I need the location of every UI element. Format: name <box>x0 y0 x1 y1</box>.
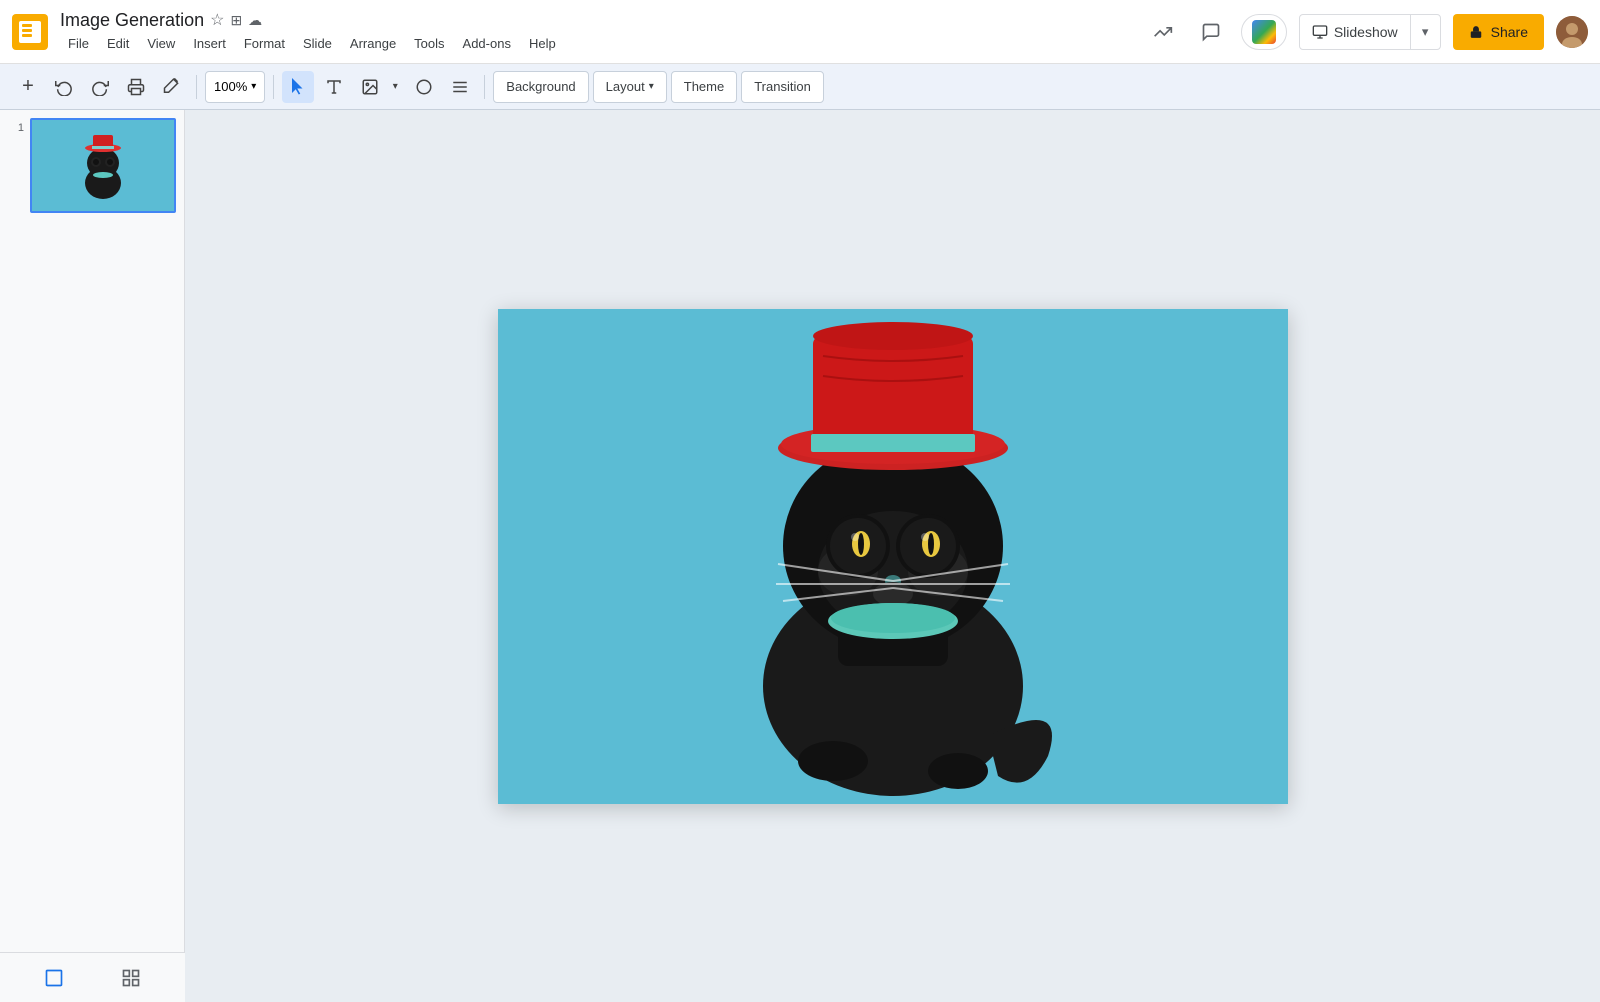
presentation-icon <box>1312 24 1328 40</box>
slideshow-label[interactable]: Slideshow <box>1300 15 1410 49</box>
zoom-control[interactable]: 100% ▾ <box>205 71 265 103</box>
cat-svg <box>648 316 1138 796</box>
layout-dropdown-icon: ▾ <box>649 81 654 92</box>
image-dropdown-button[interactable]: ▾ <box>386 71 404 103</box>
slideshow-button[interactable]: Slideshow ▾ <box>1299 14 1441 50</box>
app-logo[interactable] <box>12 14 48 50</box>
app-logo-inner <box>19 21 41 43</box>
share-label: Share <box>1491 24 1528 40</box>
menu-edit[interactable]: Edit <box>99 33 137 54</box>
print-button[interactable] <box>120 71 152 103</box>
user-avatar[interactable] <box>1556 16 1588 48</box>
layout-button[interactable]: Layout ▾ <box>593 71 667 103</box>
paint-format-button[interactable] <box>156 71 188 103</box>
zoom-label: 100% <box>214 79 247 94</box>
mini-cat-svg <box>73 131 133 201</box>
slide-1-number: 1 <box>8 118 24 134</box>
meet-icon <box>1252 20 1276 44</box>
cat-illustration[interactable] <box>498 309 1288 804</box>
menu-slide[interactable]: Slide <box>295 33 340 54</box>
main-area: 1 <box>0 110 1600 1002</box>
menu-insert[interactable]: Insert <box>185 33 234 54</box>
topbar-right: Slideshow ▾ Share <box>1145 14 1588 50</box>
menu-format[interactable]: Format <box>236 33 293 54</box>
shape-tool[interactable] <box>408 71 440 103</box>
slideshow-dropdown[interactable]: ▾ <box>1410 15 1440 49</box>
top-bar: Image Generation ☆ ⊞ ☁ File Edit View In… <box>0 0 1600 64</box>
cloud-icon: ☁ <box>248 12 262 29</box>
slide-1-thumbnail[interactable] <box>30 118 176 213</box>
layout-label: Layout <box>606 79 645 94</box>
add-slide-button[interactable]: + <box>12 71 44 103</box>
menu-arrange[interactable]: Arrange <box>342 33 404 54</box>
comments-button[interactable] <box>1193 14 1229 50</box>
doc-title-area: Image Generation ☆ ⊞ ☁ File Edit View In… <box>60 10 564 54</box>
image-tool-group: ▾ <box>354 71 404 103</box>
separator-2 <box>273 75 274 99</box>
lock-icon <box>1469 25 1483 39</box>
text-tool[interactable] <box>318 71 350 103</box>
separator-1 <box>196 75 197 99</box>
theme-label: Theme <box>684 79 724 94</box>
transition-label: Transition <box>754 79 811 94</box>
doc-title[interactable]: Image Generation <box>60 10 204 31</box>
drive-icon[interactable]: ⊞ <box>230 12 242 29</box>
slide-1-container: 1 <box>8 118 176 213</box>
menu-file[interactable]: File <box>60 33 97 54</box>
avatar-image <box>1556 16 1588 48</box>
slide-canvas[interactable] <box>498 309 1288 804</box>
menu-help[interactable]: Help <box>521 33 564 54</box>
align-tool[interactable] <box>444 71 476 103</box>
star-icon[interactable]: ☆ <box>210 10 224 30</box>
slideshow-text: Slideshow <box>1334 24 1398 40</box>
background-label: Background <box>506 79 575 94</box>
menu-bar: File Edit View Insert Format Slide Arran… <box>60 33 564 54</box>
single-view-button[interactable] <box>38 962 70 994</box>
doc-title-row: Image Generation ☆ ⊞ ☁ <box>60 10 564 31</box>
menu-addons[interactable]: Add-ons <box>455 33 519 54</box>
image-tool[interactable] <box>354 71 386 103</box>
layout-control: Layout ▾ <box>593 71 667 103</box>
transition-button[interactable]: Transition <box>741 71 824 103</box>
menu-view[interactable]: View <box>139 33 183 54</box>
activity-button[interactable] <box>1145 14 1181 50</box>
doc-icons: ☆ ⊞ ☁ <box>210 10 262 30</box>
undo-button[interactable] <box>48 71 80 103</box>
background-button[interactable]: Background <box>493 71 588 103</box>
separator-3 <box>484 75 485 99</box>
slide-panel: 1 <box>0 110 185 1002</box>
slide-panel-bottom <box>0 952 185 1002</box>
toolbar: + 100% ▾ <box>0 64 1600 110</box>
menu-tools[interactable]: Tools <box>406 33 452 54</box>
canvas-area[interactable] <box>185 110 1600 1002</box>
slide-1-preview <box>32 120 174 211</box>
cursor-tool[interactable] <box>282 71 314 103</box>
redo-button[interactable] <box>84 71 116 103</box>
share-button[interactable]: Share <box>1453 14 1544 50</box>
meet-button[interactable] <box>1241 14 1287 50</box>
theme-button[interactable]: Theme <box>671 71 737 103</box>
zoom-dropdown-icon: ▾ <box>251 81 256 92</box>
grid-view-button[interactable] <box>115 962 147 994</box>
